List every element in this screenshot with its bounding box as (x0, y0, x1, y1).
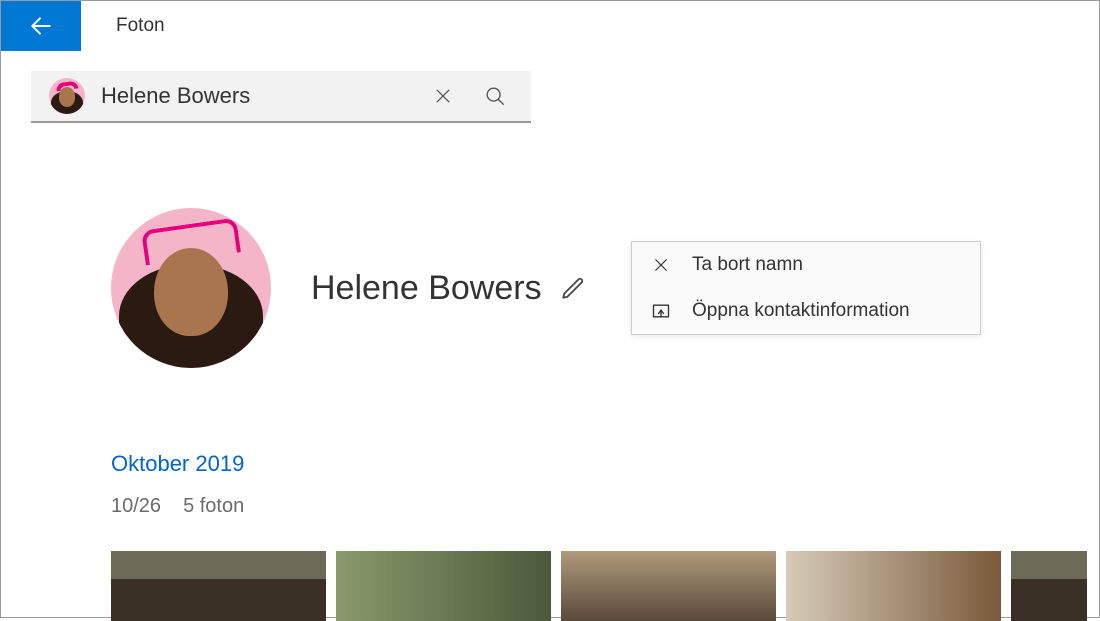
title-bar: Foton (1, 1, 1099, 51)
close-icon (650, 254, 672, 276)
close-icon (433, 86, 453, 106)
photo-thumbnail[interactable] (561, 551, 776, 621)
menu-item-label: Öppna kontaktinformation (692, 300, 910, 322)
person-avatar (111, 208, 271, 368)
photo-thumbnail[interactable] (786, 551, 1001, 621)
back-button[interactable] (1, 1, 81, 51)
month-group: Oktober 2019 10/26 5 foton (111, 451, 244, 518)
pencil-icon (560, 275, 586, 301)
month-count: 5 foton (183, 495, 244, 518)
edit-name-button[interactable] (560, 275, 586, 301)
search-input[interactable] (101, 83, 409, 109)
menu-remove-name[interactable]: Ta bort namn (632, 242, 980, 288)
context-menu: Ta bort namn Öppna kontaktinformation (631, 241, 981, 335)
month-date: 10/26 (111, 495, 161, 518)
person-name-row: Helene Bowers (311, 269, 586, 308)
month-meta: 10/26 5 foton (111, 495, 244, 518)
search-button[interactable] (477, 78, 513, 114)
search-icon (484, 85, 506, 107)
clear-search-button[interactable] (425, 78, 461, 114)
app-title: Foton (116, 15, 165, 37)
photo-thumbnail[interactable] (336, 551, 551, 621)
menu-open-contact[interactable]: Öppna kontaktinformation (632, 288, 980, 334)
search-bar (31, 71, 531, 123)
open-contact-icon (650, 300, 672, 322)
menu-item-label: Ta bort namn (692, 254, 803, 276)
photo-thumbnail[interactable] (111, 551, 326, 621)
month-link[interactable]: Oktober 2019 (111, 451, 244, 477)
person-name: Helene Bowers (311, 269, 542, 308)
thumbnail-strip (111, 551, 1087, 621)
back-arrow-icon (28, 13, 54, 39)
search-avatar (49, 78, 85, 114)
photo-thumbnail[interactable] (1011, 551, 1087, 621)
